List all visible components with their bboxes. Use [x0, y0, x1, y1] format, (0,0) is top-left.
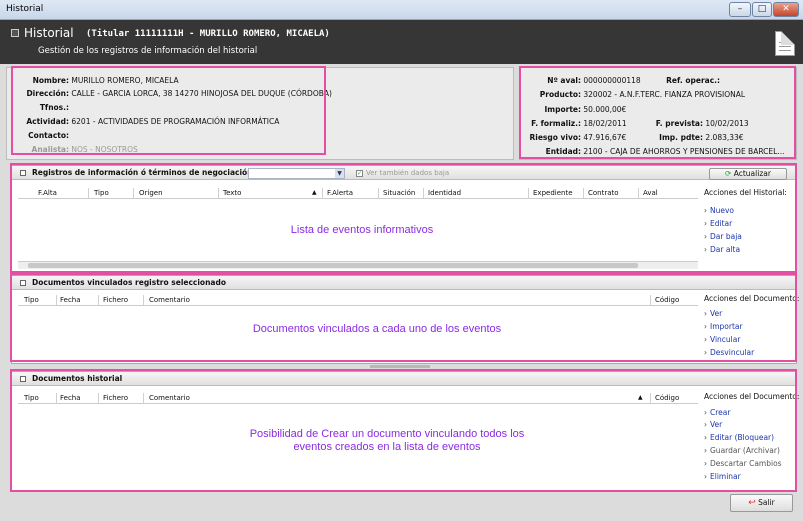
aval-highlight — [519, 66, 796, 159]
page-title: Historial — [24, 26, 74, 40]
collapse-icon[interactable] — [11, 29, 19, 37]
page-header: Historial (Titular 11111111H - MURILLO R… — [0, 20, 803, 64]
exit-button[interactable]: ↩ Salir — [730, 494, 793, 512]
window-title: Historial — [6, 4, 44, 14]
historial-highlight — [10, 369, 797, 492]
exit-label: Salir — [758, 498, 775, 507]
maximize-button[interactable]: □ — [752, 2, 772, 17]
client-highlight — [11, 66, 326, 155]
main-area: Nombre: MURILLO ROMERO, MICAELA Direcció… — [0, 64, 803, 521]
close-button[interactable]: ✕ — [773, 2, 799, 17]
page-description: Gestión de los registros de información … — [38, 46, 258, 56]
page-subtitle: (Titular 11111111H - MURILLO ROMERO, MIC… — [86, 29, 330, 39]
vinculados-highlight — [10, 273, 797, 362]
exit-icon: ↩ — [748, 498, 756, 508]
registros-highlight — [10, 163, 797, 273]
splitter-handle[interactable] — [370, 365, 430, 368]
minimize-button[interactable]: – — [729, 2, 751, 17]
document-icon[interactable] — [775, 31, 795, 56]
window-titlebar: Historial – □ ✕ — [0, 0, 803, 20]
